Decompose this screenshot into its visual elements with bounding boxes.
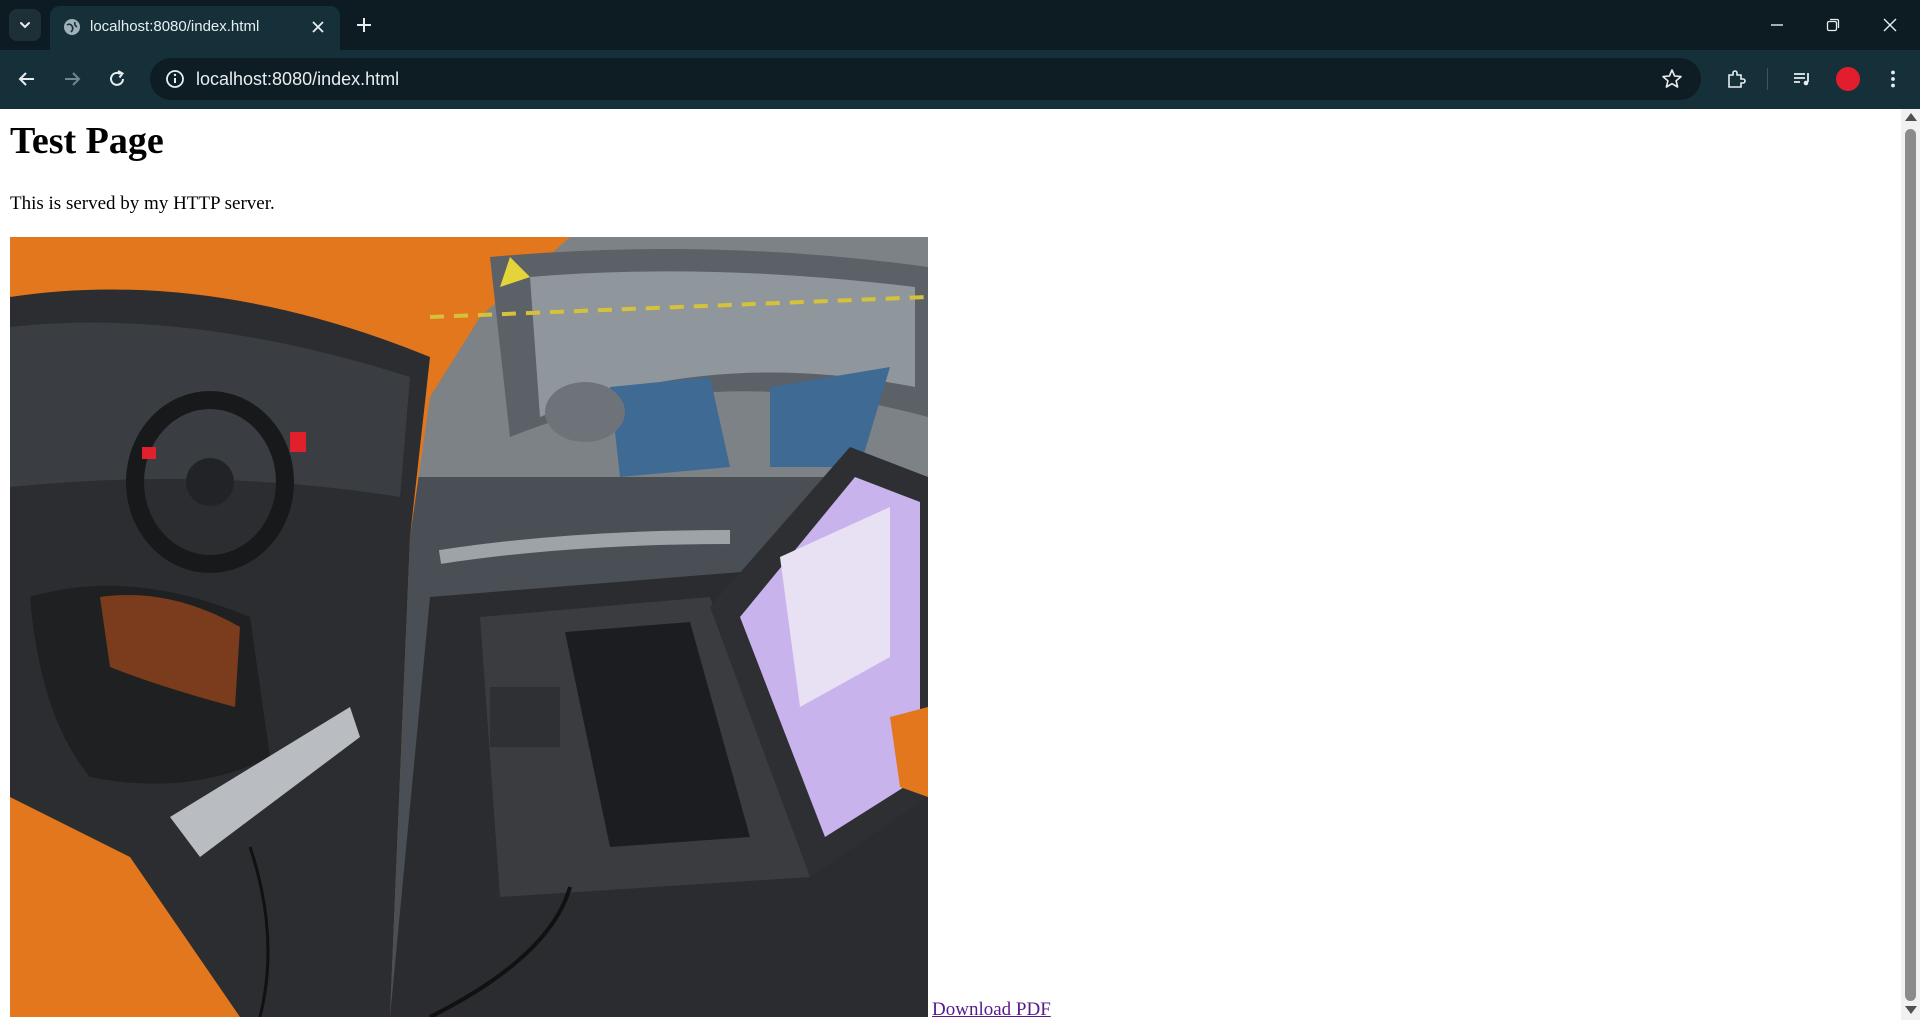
browser-chrome: localhost:8080/index.html localhost:8080… [0, 0, 1920, 109]
reload-button[interactable] [102, 64, 132, 94]
scrollbar-thumb[interactable] [1905, 129, 1916, 1001]
media-button[interactable] [1789, 66, 1815, 92]
forward-button[interactable] [57, 64, 87, 94]
back-button[interactable] [12, 64, 42, 94]
address-bar[interactable]: localhost:8080/index.html [150, 58, 1701, 100]
window-close-icon [1883, 18, 1897, 32]
download-pdf-link[interactable]: Download PDF [932, 999, 1051, 1021]
menu-icon [1891, 70, 1895, 88]
tab-search-button[interactable] [9, 9, 41, 41]
page-viewport: Test Page This is served by my HTTP serv… [0, 109, 1901, 1020]
toolbar: localhost:8080/index.html [0, 50, 1920, 109]
page-scrollbar[interactable] [1901, 109, 1920, 1020]
back-icon [18, 72, 34, 86]
menu-button[interactable] [1880, 66, 1906, 92]
tab-strip: localhost:8080/index.html [0, 0, 1920, 50]
reload-icon [110, 70, 124, 86]
profile-avatar[interactable] [1836, 67, 1860, 91]
toolbar-separator [1767, 68, 1768, 90]
tab-title: localhost:8080/index.html [90, 18, 260, 35]
scroll-up-icon[interactable] [1905, 113, 1917, 121]
globe-icon [64, 19, 80, 35]
info-icon[interactable] [164, 68, 186, 90]
window-close-button[interactable] [1877, 12, 1903, 38]
extensions-button[interactable] [1723, 66, 1749, 92]
page-title: Test Page [10, 120, 164, 162]
forward-icon [65, 72, 81, 86]
restore-button[interactable] [1820, 12, 1846, 38]
close-icon[interactable] [310, 19, 326, 35]
plus-icon[interactable] [352, 13, 376, 37]
car-laptop-photo [10, 237, 928, 1017]
star-icon[interactable] [1661, 68, 1683, 90]
minimize-button[interactable] [1764, 12, 1790, 38]
tab-active[interactable]: localhost:8080/index.html [50, 6, 340, 50]
chevron-down-icon [20, 22, 30, 29]
page-paragraph: This is served by my HTTP server. [10, 193, 275, 214]
scroll-down-icon[interactable] [1905, 1006, 1917, 1014]
address-url[interactable]: localhost:8080/index.html [196, 69, 399, 90]
restore-icon [1826, 18, 1840, 32]
minimize-icon [1771, 24, 1783, 26]
extensions-icon [1728, 70, 1746, 88]
media-icon [1794, 73, 1809, 86]
